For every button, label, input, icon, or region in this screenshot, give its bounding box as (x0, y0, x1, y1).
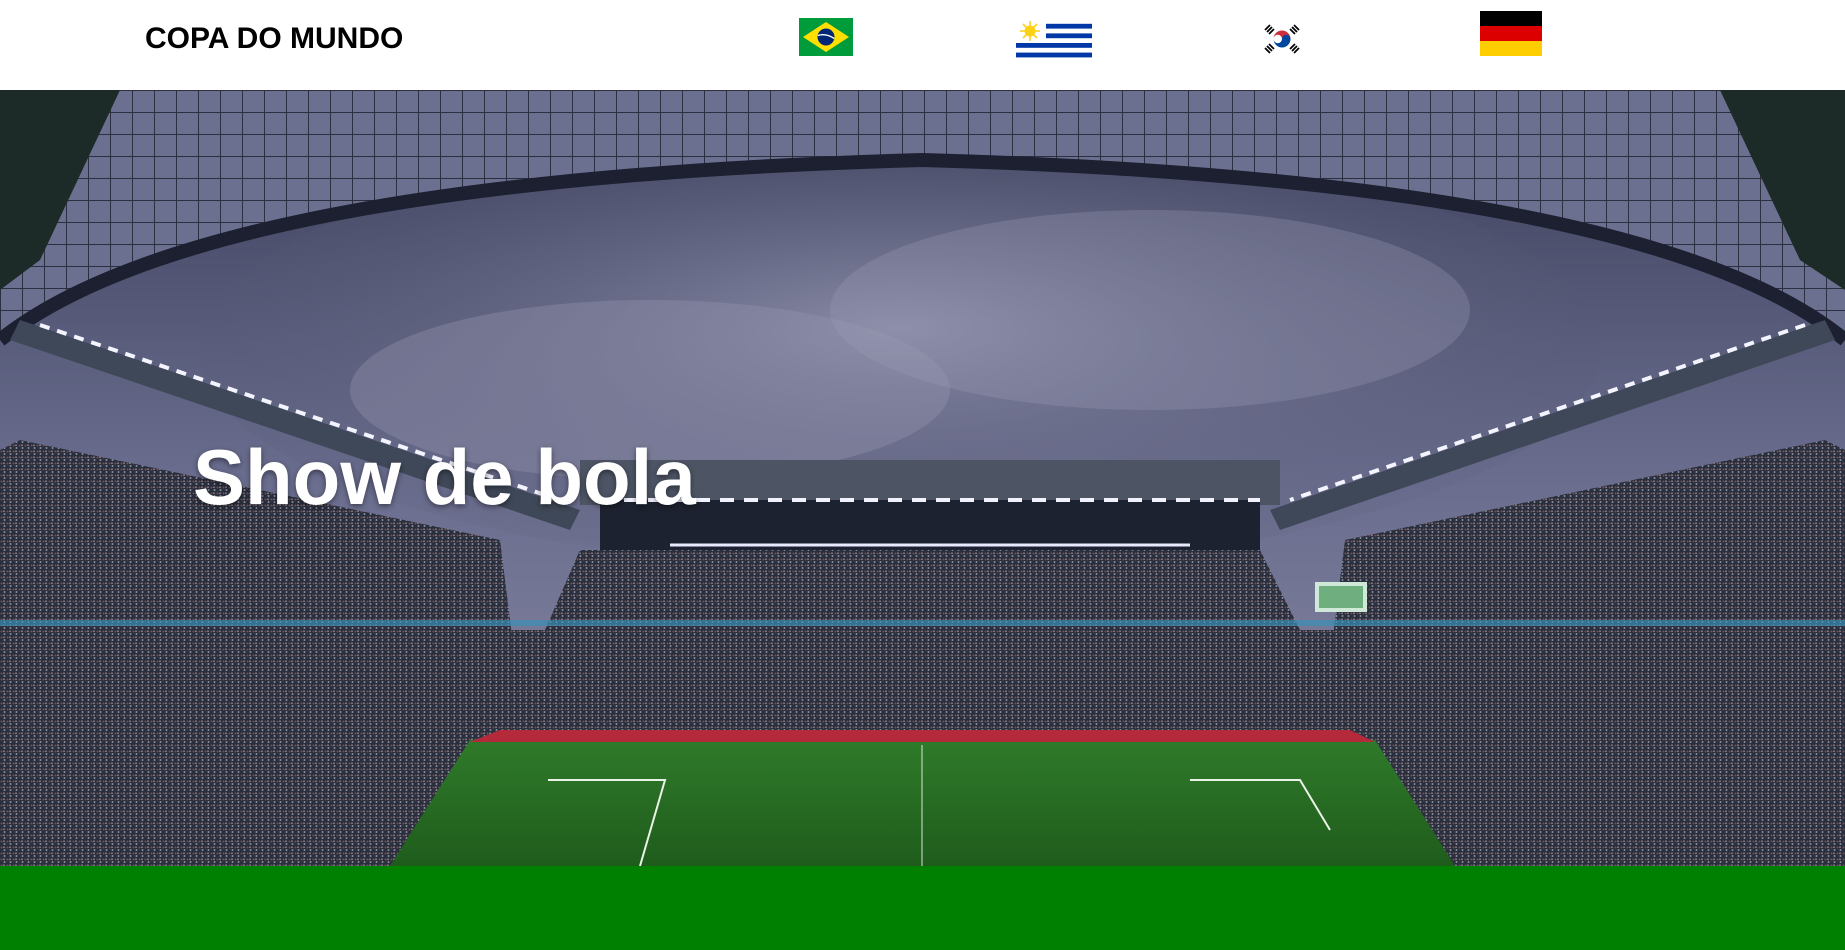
germany-flag-icon[interactable] (1480, 11, 1542, 56)
brazil-flag-icon[interactable] (799, 18, 853, 56)
uruguay-flag-icon[interactable] (1016, 19, 1092, 62)
footer-bar (0, 866, 1845, 950)
site-logo-title[interactable]: COPA DO MUNDO (145, 22, 403, 56)
hero-headline: Show de bola (193, 433, 696, 521)
south-korea-flag-icon[interactable] (1261, 21, 1303, 57)
hero-banner: Show de bola (0, 90, 1845, 866)
site-header: COPA DO MUNDO (0, 0, 1845, 90)
